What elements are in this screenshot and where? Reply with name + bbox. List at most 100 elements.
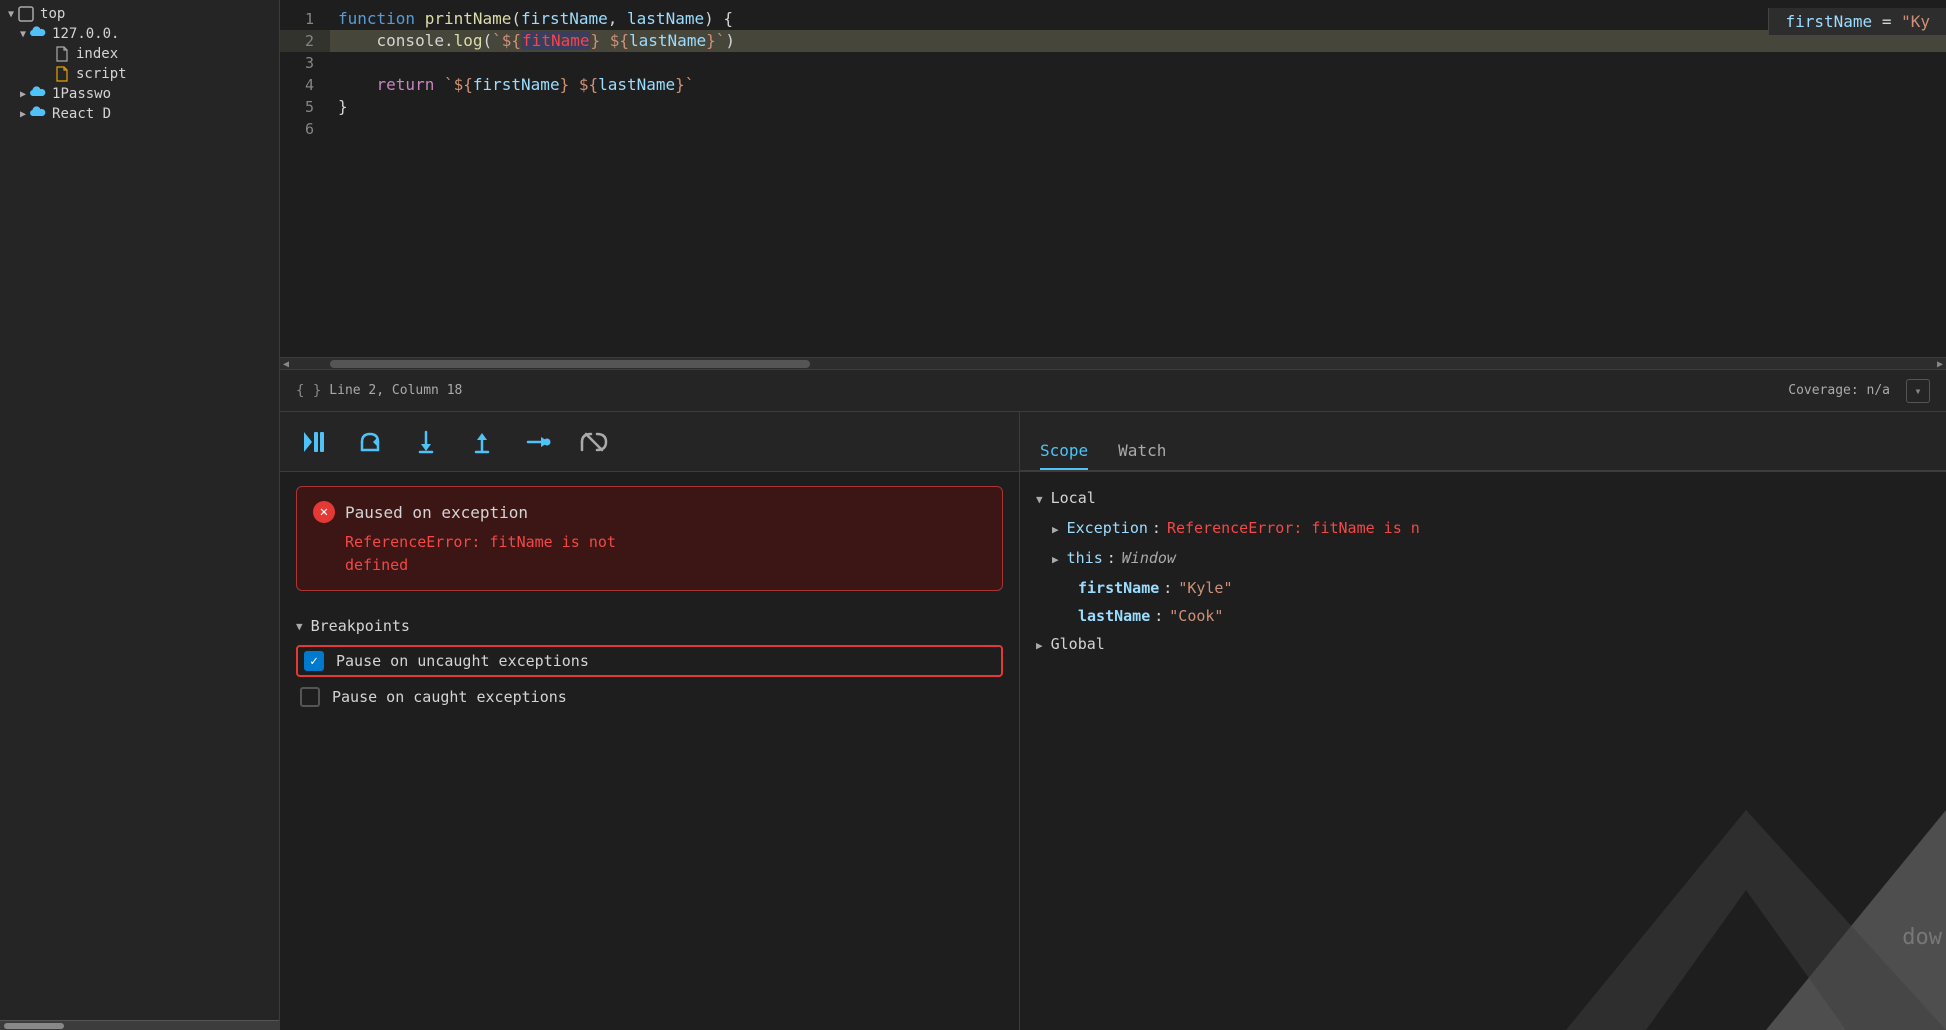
this-colon: :: [1107, 547, 1116, 569]
scope-tree: ▼ Local ▶ Exception : ReferenceError: fi…: [1020, 472, 1946, 1030]
frame-icon: [18, 6, 34, 22]
breakpoints-arrow-icon: ▼: [296, 620, 303, 633]
line-number-3: 3: [280, 52, 330, 74]
exception-key: Exception: [1067, 517, 1148, 539]
lastname-key: lastName: [1078, 605, 1150, 627]
debug-toolbar: [280, 412, 1019, 472]
code-editor: 1 function printName(firstName, lastName…: [280, 0, 1946, 370]
cloud-icon-3: [30, 106, 46, 122]
scope-global[interactable]: ▶ Global: [1020, 630, 1946, 660]
debug-panel: ✕ Paused on exception ReferenceError: fi…: [280, 412, 1946, 1030]
sidebar-item-127-label: 127.0.0.: [52, 26, 119, 42]
sidebar-item-script[interactable]: script: [0, 64, 279, 84]
exception-box: ✕ Paused on exception ReferenceError: fi…: [296, 486, 1003, 591]
scope-tab-label: Scope: [1040, 441, 1088, 460]
line-content-1: function printName(firstName, lastName) …: [330, 8, 1946, 30]
code-line-4: 4 return `${firstName} ${lastName}`: [280, 74, 1946, 96]
exception-colon: :: [1152, 517, 1161, 539]
error-icon: ✕: [313, 501, 335, 523]
line-number-1: 1: [280, 8, 330, 30]
breakpoints-section: ▼ Breakpoints ✓ Pause on uncaught except…: [280, 605, 1019, 725]
exception-arrow-icon[interactable]: ▶: [1052, 519, 1059, 541]
exception-title: ✕ Paused on exception: [313, 501, 986, 523]
scope-local[interactable]: ▼ Local: [1020, 484, 1946, 514]
arrow-icon: ▶: [20, 109, 26, 120]
line-number-6: 6: [280, 118, 330, 140]
sidebar-item-react[interactable]: ▶ React D: [0, 104, 279, 124]
tab-watch[interactable]: Watch: [1118, 441, 1166, 470]
file-icon: [54, 46, 70, 62]
breakpoint-uncaught[interactable]: ✓ Pause on uncaught exceptions: [296, 645, 1003, 677]
right-preview: firstName = "Ky: [1768, 8, 1946, 35]
sidebar-item-127[interactable]: ▼ 127.0.0.: [0, 24, 279, 44]
exception-message: ReferenceError: fitName is notdefined: [313, 531, 986, 576]
global-label: Global: [1051, 633, 1105, 655]
watch-tab-label: Watch: [1118, 441, 1166, 460]
breakpoint-caught[interactable]: Pause on caught exceptions: [296, 681, 1003, 713]
line-number-5: 5: [280, 96, 330, 118]
cloud-icon: [30, 26, 46, 42]
global-arrow-icon[interactable]: ▶: [1036, 635, 1043, 657]
sidebar-hscroll-thumb: [4, 1023, 64, 1029]
line-number-4: 4: [280, 74, 330, 96]
code-line-3: 3: [280, 52, 1946, 74]
exception-title-text: Paused on exception: [345, 503, 528, 522]
sidebar-item-1password-label: 1Passwo: [52, 86, 111, 102]
scope-this[interactable]: ▶ this : Window: [1020, 544, 1946, 574]
checkbox-caught[interactable]: [300, 687, 320, 707]
exception-value: ReferenceError: fitName is n: [1167, 517, 1420, 539]
sidebar-item-top[interactable]: ▼ top: [0, 4, 279, 24]
local-arrow-icon[interactable]: ▼: [1036, 489, 1043, 511]
deactivate-button[interactable]: [576, 424, 612, 460]
lastname-colon: :: [1154, 605, 1163, 627]
sidebar-item-top-label: top: [40, 6, 65, 22]
line-content-5: }: [330, 96, 1946, 118]
scope-tree-wrapper: ▼ Local ▶ Exception : ReferenceError: fi…: [1020, 472, 1946, 1030]
breakpoints-title[interactable]: ▼ Breakpoints: [296, 617, 1003, 635]
scope-exception[interactable]: ▶ Exception : ReferenceError: fitName is…: [1020, 514, 1946, 544]
breakpoint-caught-label: Pause on caught exceptions: [332, 688, 567, 706]
right-area: 1 function printName(firstName, lastName…: [280, 0, 1946, 1030]
sidebar-item-index[interactable]: index: [0, 44, 279, 64]
sidebar-item-index-label: index: [76, 46, 118, 62]
line-content-4: return `${firstName} ${lastName}`: [330, 74, 1946, 96]
scope-firstname: firstName : "Kyle": [1020, 574, 1946, 602]
scope-lastname: lastName : "Cook": [1020, 602, 1946, 630]
main-area: ▼ top ▼ 127.0.0. index: [0, 0, 1946, 1030]
sidebar-scroll[interactable]: ▼ top ▼ 127.0.0. index: [0, 0, 279, 1020]
this-key: this: [1067, 547, 1103, 569]
checkbox-uncaught[interactable]: ✓: [304, 651, 324, 671]
code-line-6: 6: [280, 118, 1946, 140]
this-arrow-icon[interactable]: ▶: [1052, 549, 1059, 571]
sidebar-horizontal-scrollbar[interactable]: [0, 1020, 279, 1030]
step-out-button[interactable]: [464, 424, 500, 460]
lastname-value: "Cook": [1169, 605, 1223, 627]
resume-button[interactable]: [296, 424, 332, 460]
debug-right-panel: Scope Watch ▼ Local: [1020, 412, 1946, 1030]
step-over-button[interactable]: [352, 424, 388, 460]
scroll-left-arrow[interactable]: ◀: [280, 358, 292, 370]
this-value: Window: [1122, 547, 1176, 569]
tab-scope[interactable]: Scope: [1040, 441, 1088, 470]
breakpoints-title-text: Breakpoints: [311, 617, 410, 635]
sidebar-item-react-label: React D: [52, 106, 111, 122]
coverage-dropdown-button[interactable]: ▾: [1906, 379, 1930, 403]
sidebar: ▼ top ▼ 127.0.0. index: [0, 0, 280, 1030]
scroll-right-arrow[interactable]: ▶: [1934, 358, 1946, 370]
code-lines: 1 function printName(firstName, lastName…: [280, 0, 1946, 148]
firstname-colon: :: [1163, 577, 1172, 599]
breakpoint-uncaught-label: Pause on uncaught exceptions: [336, 652, 589, 670]
step-into-button[interactable]: [408, 424, 444, 460]
arrow-icon: ▼: [20, 29, 26, 40]
coverage-label: Coverage: n/a: [1788, 383, 1890, 398]
code-horizontal-scrollbar[interactable]: ◀ ▶: [280, 357, 1946, 369]
sidebar-item-script-label: script: [76, 66, 127, 82]
firstname-value: "Kyle": [1178, 577, 1232, 599]
file-orange-icon: [54, 66, 70, 82]
sidebar-item-1password[interactable]: ▶ 1Passwo: [0, 84, 279, 104]
arrow-icon: ▶: [20, 89, 26, 100]
step-button[interactable]: [520, 424, 556, 460]
code-line-2: 2 console.log(`${fitName} ${lastName}`): [280, 30, 1946, 52]
code-line-1: 1 function printName(firstName, lastName…: [280, 8, 1946, 30]
code-line-5: 5 }: [280, 96, 1946, 118]
